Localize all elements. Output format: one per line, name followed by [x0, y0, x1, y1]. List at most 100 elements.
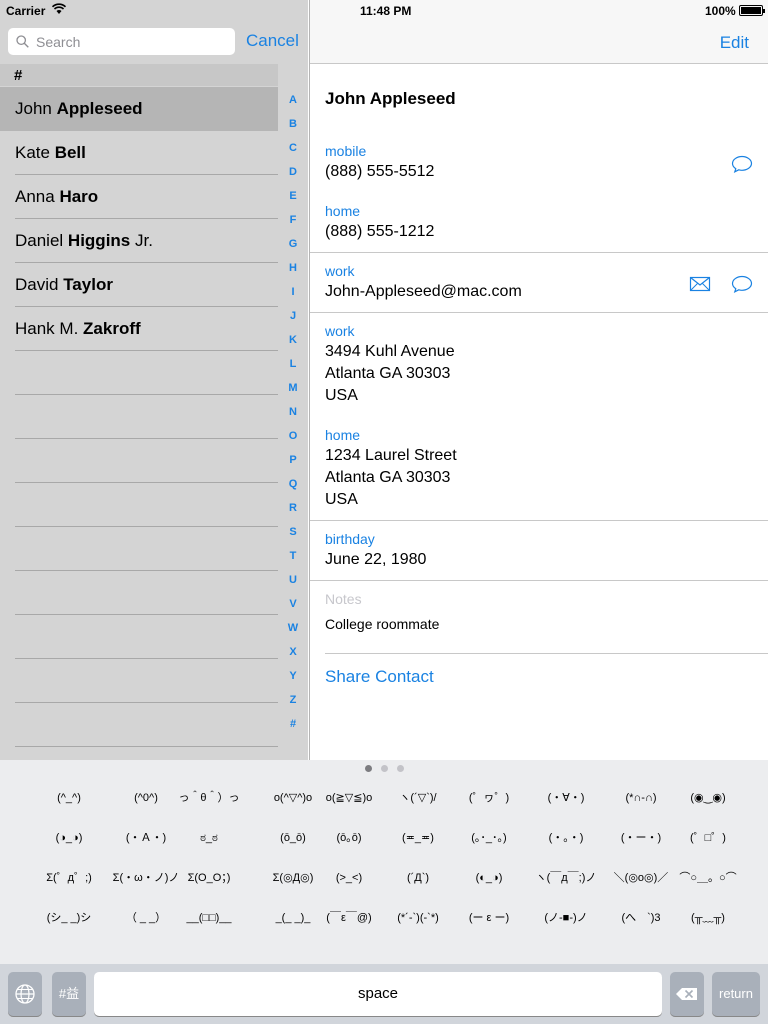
index-letter[interactable]: U	[280, 570, 306, 594]
index-letter[interactable]: R	[280, 498, 306, 522]
index-letter[interactable]: W	[280, 618, 306, 642]
index-letter[interactable]: K	[280, 330, 306, 354]
emoticon-key[interactable]: (￣ε￣@)	[313, 904, 385, 932]
cancel-button[interactable]: Cancel	[246, 31, 299, 51]
emoticon-key[interactable]: (゜ヮ゜)	[453, 784, 525, 812]
emoticon-key[interactable]: (≖_≖)	[382, 824, 454, 852]
page-indicator[interactable]	[364, 765, 406, 773]
emoticon-key[interactable]: (^0^)	[110, 784, 182, 812]
mobile-field[interactable]: mobile (888) 555-5512	[325, 143, 434, 183]
index-letter[interactable]: V	[280, 594, 306, 618]
work-address-label: work	[325, 323, 355, 339]
contact-full-name: John Appleseed	[325, 89, 456, 108]
emoticon-key[interactable]: (*∩-∩)	[605, 784, 677, 812]
index-letter[interactable]: L	[280, 354, 306, 378]
index-letter[interactable]: Q	[280, 474, 306, 498]
index-letter[interactable]: Z	[280, 690, 306, 714]
notes-value[interactable]: College roommate	[325, 616, 439, 632]
message-bubble-icon[interactable]	[731, 275, 753, 293]
index-letter[interactable]: E	[280, 186, 306, 210]
emoticon-key[interactable]: o(≧▽≦)o	[313, 784, 385, 812]
index-letter[interactable]: X	[280, 642, 306, 666]
contact-row-david-taylor[interactable]: David Taylor	[0, 263, 278, 307]
index-letter[interactable]: H	[280, 258, 306, 282]
symbol-mode-key[interactable]: #‌益	[52, 972, 86, 1016]
index-letter[interactable]: B	[280, 114, 306, 138]
index-letter[interactable]: F	[280, 210, 306, 234]
emoticon-key[interactable]: ヽ(￣д￣;)ノ	[530, 864, 602, 892]
emoticon-key[interactable]: （ _ _）	[110, 904, 182, 932]
index-letter[interactable]: P	[280, 450, 306, 474]
emoticon-key[interactable]: (・。・)	[530, 824, 602, 852]
emoticon-keyboard: (^_^) (^0^) っ＾θ＾）っ o(^▽^)o o(≧▽≦)o ヽ(´▽`)/(゜ヮ…	[0, 760, 768, 1024]
index-letter[interactable]: O	[280, 426, 306, 450]
globe-key[interactable]	[8, 972, 42, 1016]
mobile-value: (888) 555-5512	[325, 163, 435, 180]
space-key[interactable]: space	[94, 972, 662, 1016]
emoticon-key[interactable]: (◉‿◉)	[672, 784, 744, 812]
emoticon-key[interactable]: (シ_ _)シ	[33, 904, 105, 932]
search-bar	[8, 28, 235, 55]
return-key[interactable]: return	[712, 972, 760, 1016]
home-address-label: home	[325, 427, 361, 443]
emoticon-key[interactable]: __(□□)__	[173, 904, 245, 932]
emoticon-key[interactable]: ⌒○＿。○⌒	[672, 864, 744, 892]
contact-row-anna-haro[interactable]: Anna Haro	[0, 175, 278, 219]
work-email-field[interactable]: work John-Appleseed@mac.com	[325, 263, 522, 303]
emoticon-key[interactable]: (◑_◑)	[33, 824, 105, 852]
emoticon-key[interactable]: Σ(゜д゜;)	[33, 864, 105, 892]
emoticon-key[interactable]: ಠ_ಠ	[173, 824, 245, 852]
birthday-field[interactable]: birthday June 22, 1980	[325, 531, 426, 571]
edit-button[interactable]: Edit	[720, 33, 749, 53]
emoticon-key[interactable]: (ノ-■-)ノ	[530, 904, 602, 932]
message-bubble-icon[interactable]	[731, 155, 753, 173]
emoticon-key[interactable]: ヽ(´▽`)/	[382, 784, 454, 812]
emoticon-key[interactable]: っ＾θ＾）っ	[173, 784, 245, 812]
emoticon-key[interactable]: (´Д`)	[382, 864, 454, 892]
index-letter[interactable]: I	[280, 282, 306, 306]
contact-row-hank-zakroff[interactable]: Hank M. Zakroff	[0, 307, 278, 351]
search-input[interactable]	[36, 28, 231, 55]
emoticon-key[interactable]: (◐_◑)	[453, 864, 525, 892]
share-contact-button[interactable]: Share Contact	[325, 667, 434, 687]
emoticon-key[interactable]: Σ(O_O；)	[173, 864, 245, 892]
index-letter[interactable]: S	[280, 522, 306, 546]
contact-row-kate-bell[interactable]: Kate Bell	[0, 131, 278, 175]
emoticon-key[interactable]: (｡･_･｡)	[453, 824, 525, 852]
emoticon-key[interactable]: (・Ａ・)	[110, 824, 182, 852]
contact-row-daniel-higgins[interactable]: Daniel Higgins Jr.	[0, 219, 278, 263]
index-letter[interactable]: N	[280, 402, 306, 426]
index-letter[interactable]: A	[280, 90, 306, 114]
contact-name: Kate Bell	[15, 143, 86, 162]
emoticon-key[interactable]: (へ `)3	[605, 904, 677, 932]
index-letter[interactable]: Y	[280, 666, 306, 690]
emoticon-key[interactable]: Σ(・ω・ノ)ノ	[110, 864, 182, 892]
emoticon-key[interactable]: (ō｡ō)	[313, 824, 385, 852]
delete-key[interactable]	[670, 972, 704, 1016]
index-letter[interactable]: D	[280, 162, 306, 186]
index-letter[interactable]: J	[280, 306, 306, 330]
index-letter[interactable]: T	[280, 546, 306, 570]
emoticon-key[interactable]: (・ー・)	[605, 824, 677, 852]
emoticon-key[interactable]: (╥﹏╥)	[672, 904, 744, 932]
emoticon-key[interactable]: (・∀・)	[530, 784, 602, 812]
emoticon-key[interactable]: (*´-`)(-`*)	[382, 904, 454, 932]
emoticon-key[interactable]: ＼(◎o◎)／	[605, 864, 677, 892]
home-address-field[interactable]: home 1234 Laurel Street Atlanta GA 30303…	[325, 427, 457, 511]
index-letter[interactable]: #	[280, 714, 306, 738]
contact-row-john-appleseed[interactable]: John Appleseed	[0, 87, 278, 131]
section-index-bar[interactable]: A B C D E F G H I J K L M N O P Q R S T U V W X Y Z #	[280, 90, 306, 738]
emoticon-row: (シ_ _)シ（ _ _） __(□□)__ _(_ _)_ (￣ε￣@) (*´-`)…	[0, 904, 768, 944]
home-phone-field[interactable]: home (888) 555-1212	[325, 203, 434, 243]
index-letter[interactable]: C	[280, 138, 306, 162]
emoticon-key[interactable]: (>_<)	[313, 864, 385, 892]
emoticon-key[interactable]: (゜□゜)	[672, 824, 744, 852]
empty-row	[0, 659, 278, 703]
work-address-field[interactable]: work 3494 Kuhl Avenue Atlanta GA 30303 U…	[325, 323, 455, 407]
index-letter[interactable]: G	[280, 234, 306, 258]
emoticon-key[interactable]: (^_^)	[33, 784, 105, 812]
mail-envelope-icon[interactable]	[689, 275, 711, 293]
empty-row	[0, 571, 278, 615]
emoticon-key[interactable]: (ー ε ー)	[453, 904, 525, 932]
index-letter[interactable]: M	[280, 378, 306, 402]
